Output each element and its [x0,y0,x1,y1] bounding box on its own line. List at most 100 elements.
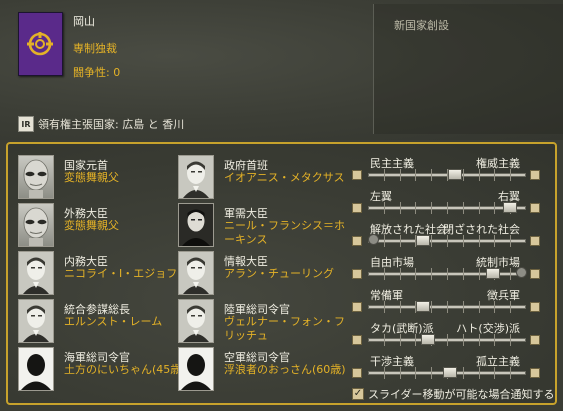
slider-right-button[interactable] [530,170,540,180]
minister-name[interactable]: アラン・チューリング [224,267,354,281]
flag-emblem-icon [27,32,53,56]
slider-thumb[interactable] [503,202,518,213]
slider-tick [463,235,464,247]
slider-tick [431,235,432,247]
slider-tick [431,169,432,181]
slider-right-button[interactable] [530,302,540,312]
slider-limit-marker [367,234,379,245]
slider-tick [447,301,448,313]
slider-tick [494,301,495,313]
new-nation-label: 新国家創設 [394,19,449,32]
minister-slot[interactable]: 統合参謀総長 エルンスト・レーム [18,299,188,345]
minister-name[interactable]: 浮浪者のおっさん(60歳) [224,363,354,377]
minister-portrait [18,203,54,247]
slider-labels: 常備軍 徴兵軍 [370,287,520,302]
slider-tick [415,169,416,181]
slider-left-button[interactable] [352,170,362,180]
belligerence-value: 闘争性: 0 [73,66,121,79]
minister-portrait [178,155,214,199]
slider-tick [415,268,416,280]
notify-label: スライダー移動が可能な場合通知する [368,388,555,401]
new-nation-panel[interactable]: 新国家創設 [373,4,563,134]
slider-left-button[interactable] [352,368,362,378]
minister-portrait [178,347,214,391]
slider-left-button[interactable] [352,302,362,312]
slider-tick [431,301,432,313]
minister-slot[interactable]: 陸軍総司令官 ヴェルナー・フォン・フリッチュ [178,299,348,345]
slider-tick [463,169,464,181]
minister-name[interactable]: 土方のにいちゃん(45歳) [64,363,194,377]
minister-slot[interactable]: 外務大臣 変態舞親父 [18,203,188,249]
slider-labels: 左翼 右翼 [370,188,520,203]
minister-slot[interactable]: 空軍総司令官 浮浪者のおっさん(60歳) [178,347,348,393]
slider-thumb[interactable] [421,334,436,345]
slider-tick [479,235,480,247]
slider-thumb[interactable] [416,301,431,312]
claims-text: 領有権主張国家: 広島 と 香川 [38,118,185,131]
slider-tick [447,268,448,280]
slider-tick [384,202,385,214]
minister-name[interactable]: 変態舞親父 [64,171,194,185]
minister-portrait [18,299,54,343]
notify-row[interactable]: ✓ スライダー移動が可能な場合通知する [352,386,555,402]
slider-ticks [368,268,526,280]
minister-name[interactable]: エルンスト・レーム [64,315,194,329]
slider-tick [479,169,480,181]
slider-tick [447,334,448,346]
minister-name[interactable]: ニール・フランシス＝ホーキンス [224,219,354,247]
slider-right-button[interactable] [530,203,540,213]
slider-tick [400,334,401,346]
slider-tick [415,202,416,214]
slider-thumb[interactable] [447,169,462,180]
slider-right-button[interactable] [530,269,540,279]
slider-tick [400,268,401,280]
minister-slot[interactable]: 情報大臣 アラン・チューリング [178,251,348,297]
notify-checkbox[interactable]: ✓ [352,388,364,400]
slider-tick [431,202,432,214]
claims-icon: IR [18,116,34,132]
slider-tick [510,334,511,346]
policy-slider[interactable]: 左翼 右翼 [352,188,542,216]
policy-slider[interactable]: 干渉主義 孤立主義 [352,353,542,381]
minister-slot[interactable]: 海軍総司令官 土方のにいちゃん(45歳) [18,347,188,393]
slider-tick [463,268,464,280]
policy-slider[interactable]: 自由市場 統制市場 [352,254,542,282]
slider-left-button[interactable] [352,335,362,345]
minister-portrait [18,251,54,295]
slider-left-button[interactable] [352,236,362,246]
minister-slot[interactable]: 政府首班 イオアニス・メタクサス [178,155,348,201]
slider-tick [384,169,385,181]
policy-slider[interactable]: 常備軍 徴兵軍 [352,287,542,315]
minister-slot[interactable]: 軍需大臣 ニール・フランシス＝ホーキンス [178,203,348,249]
slider-right-button[interactable] [530,335,540,345]
minister-slot[interactable]: 国家元首 変態舞親父 [18,155,188,201]
slider-thumb[interactable] [443,367,458,378]
policy-slider[interactable]: タカ(武断)派 ハト(交渉)派 [352,320,542,348]
slider-left-button[interactable] [352,203,362,213]
minister-name[interactable]: ニコライ・I・エジョフ [64,267,194,281]
minister-name[interactable]: ヴェルナー・フォン・フリッチュ [224,315,354,343]
country-name: 岡山 [73,15,95,28]
minister-name[interactable]: イオアニス・メタクサス [224,171,354,185]
slider-labels: 干渉主義 孤立主義 [370,353,520,368]
slider-left-button[interactable] [352,269,362,279]
slider-tick [384,367,385,379]
slider-thumb[interactable] [485,268,500,279]
policy-slider[interactable]: 解放された社会 閉ざされた社会 [352,221,542,249]
slider-tick [510,301,511,313]
slider-tick [463,202,464,214]
slider-thumb[interactable] [416,235,431,246]
minister-slot[interactable]: 内務大臣 ニコライ・I・エジョフ [18,251,188,297]
slider-tick [431,367,432,379]
slider-tick [384,235,385,247]
slider-ticks [368,235,526,247]
slider-tick [494,367,495,379]
minister-portrait [18,347,54,391]
country-flag [18,12,63,76]
minister-name[interactable]: 変態舞親父 [64,219,194,233]
policy-slider[interactable]: 民主主義 権威主義 [352,155,542,183]
minister-portrait [178,251,214,295]
slider-right-button[interactable] [530,368,540,378]
minister-portrait [18,155,54,199]
slider-right-button[interactable] [530,236,540,246]
